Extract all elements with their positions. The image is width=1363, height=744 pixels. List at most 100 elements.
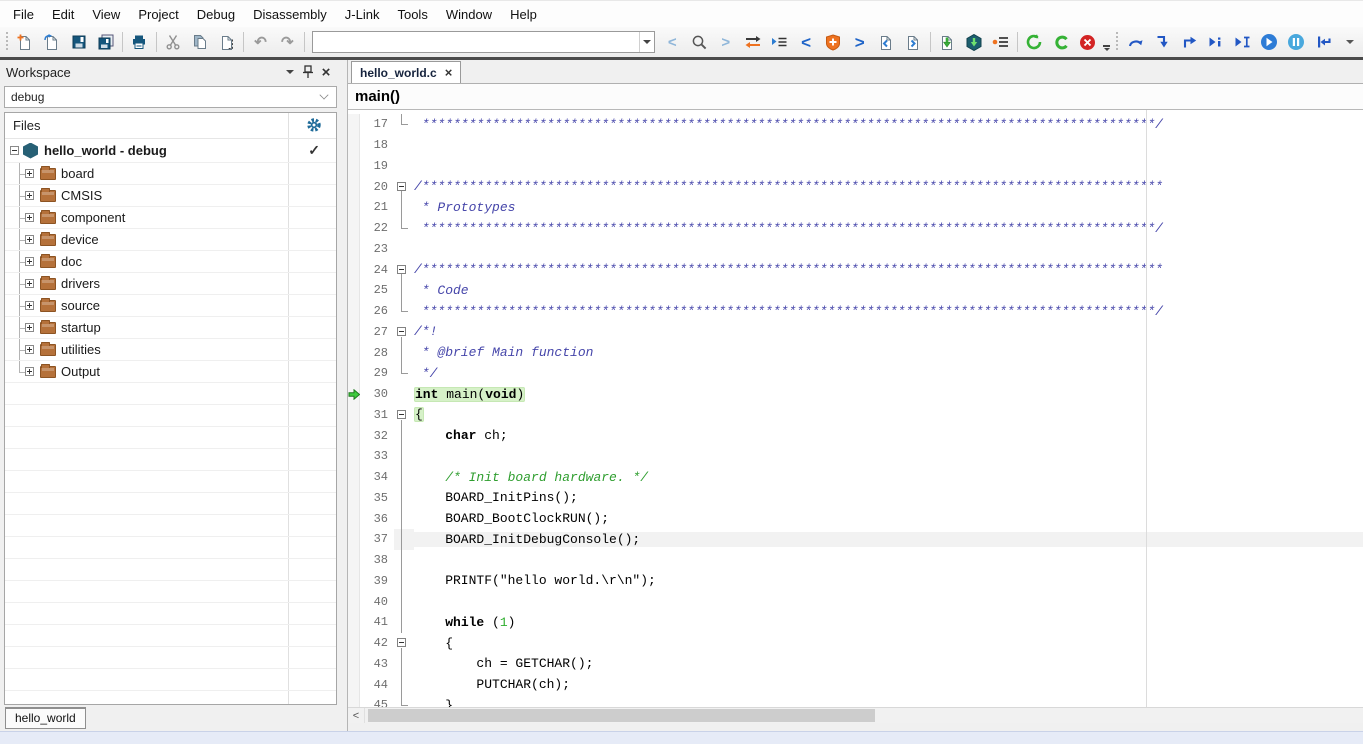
menu-project[interactable]: Project — [129, 4, 187, 25]
breakpoint-gutter[interactable] — [348, 529, 360, 550]
download-debug-icon[interactable] — [960, 30, 987, 54]
fold-margin[interactable] — [394, 591, 414, 612]
fold-margin[interactable] — [394, 259, 414, 280]
breakpoint-gutter[interactable] — [348, 550, 360, 571]
fold-margin[interactable] — [394, 612, 414, 633]
fold-margin[interactable] — [394, 550, 414, 571]
fold-margin[interactable] — [394, 674, 414, 695]
expand-icon[interactable] — [25, 345, 34, 354]
doc-back-icon[interactable] — [873, 30, 900, 54]
breakpoint-gutter[interactable] — [348, 322, 360, 343]
tree-item-doc[interactable]: doc — [5, 251, 336, 273]
step-out-icon[interactable] — [1176, 30, 1203, 54]
search-forward-icon[interactable]: > — [712, 30, 739, 54]
doc-forward-icon[interactable] — [900, 30, 927, 54]
code-text[interactable]: ch = GETCHAR(); — [414, 656, 1363, 671]
fold-margin[interactable] — [394, 301, 414, 322]
code-text[interactable]: PRINTF("hello world.\r\n"); — [414, 573, 1363, 588]
code-line-25[interactable]: 25 * Code — [348, 280, 1363, 301]
fold-margin[interactable] — [394, 135, 414, 156]
menu-file[interactable]: File — [4, 4, 43, 25]
code-line-37[interactable]: 37 BOARD_InitDebugConsole(); — [348, 529, 1363, 550]
pin-icon[interactable] — [299, 64, 317, 80]
code-line-22[interactable]: 22 *************************************… — [348, 218, 1363, 239]
cut-icon[interactable] — [160, 30, 187, 54]
code-text[interactable]: BOARD_InitPins(); — [414, 490, 1363, 505]
menu-window[interactable]: Window — [437, 4, 501, 25]
prev-bookmark-icon[interactable]: < — [793, 30, 820, 54]
tree-item-board[interactable]: board — [5, 163, 336, 185]
panel-menu-icon[interactable] — [281, 64, 299, 80]
tree-item-drivers[interactable]: drivers — [5, 273, 336, 295]
tree-item-utilities[interactable]: utilities — [5, 339, 336, 361]
chevron-down-icon[interactable] — [639, 32, 654, 52]
scrollbar-thumb[interactable] — [368, 709, 875, 722]
code-line-23[interactable]: 23 — [348, 239, 1363, 260]
menu-disassembly[interactable]: Disassembly — [244, 4, 336, 25]
breakpoint-gutter[interactable] — [348, 446, 360, 467]
tree-item-project-root[interactable]: hello_world - debug ✓ — [5, 139, 336, 163]
redo-icon[interactable]: ↷ — [274, 30, 301, 54]
gear-icon[interactable] — [306, 117, 322, 133]
fold-margin[interactable] — [394, 508, 414, 529]
code-line-34[interactable]: 34 /* Init board hardware. */ — [348, 467, 1363, 488]
expand-icon[interactable] — [25, 235, 34, 244]
code-line-33[interactable]: 33 — [348, 446, 1363, 467]
fold-margin[interactable] — [394, 218, 414, 239]
expand-icon[interactable] — [25, 191, 34, 200]
code-text[interactable]: * @brief Main function — [414, 345, 1363, 360]
stop-icon[interactable] — [1075, 30, 1102, 54]
code-line-18[interactable]: 18 — [348, 135, 1363, 156]
code-line-40[interactable]: 40 — [348, 591, 1363, 612]
dropdown-small-icon[interactable] — [1336, 30, 1363, 54]
code-text[interactable]: char ch; — [414, 428, 1363, 443]
code-text[interactable]: ****************************************… — [414, 117, 1363, 132]
fold-margin[interactable] — [394, 571, 414, 592]
breakpoint-gutter[interactable] — [348, 239, 360, 260]
search-combobox[interactable] — [312, 31, 655, 53]
horizontal-scrollbar[interactable]: < — [348, 707, 1363, 723]
download-icon[interactable] — [934, 30, 961, 54]
code-text[interactable]: * Code — [414, 283, 1363, 298]
collapse-icon[interactable] — [10, 146, 19, 155]
refresh-icon[interactable] — [1048, 30, 1075, 54]
fold-margin[interactable] — [394, 322, 414, 343]
code-text[interactable]: /***************************************… — [414, 262, 1363, 277]
breakpoint-gutter[interactable] — [348, 591, 360, 612]
fold-margin[interactable] — [394, 446, 414, 467]
scroll-left-button[interactable]: < — [348, 708, 365, 723]
code-line-38[interactable]: 38 — [348, 550, 1363, 571]
code-line-42[interactable]: 42 { — [348, 633, 1363, 654]
breakpoint-gutter[interactable] — [348, 384, 360, 405]
code-line-27[interactable]: 27/*! — [348, 322, 1363, 343]
close-icon[interactable]: × — [445, 65, 453, 80]
search-input[interactable] — [313, 33, 639, 51]
breakpoint-gutter[interactable] — [348, 342, 360, 363]
menu-tools[interactable]: Tools — [388, 4, 436, 25]
menu-debug[interactable]: Debug — [188, 4, 244, 25]
fold-margin[interactable] — [394, 467, 414, 488]
code-text[interactable]: { — [414, 636, 1363, 651]
fold-margin[interactable] — [394, 363, 414, 384]
breakpoint-gutter[interactable] — [348, 114, 360, 135]
search-back-icon[interactable]: < — [659, 30, 686, 54]
code-text[interactable]: * Prototypes — [414, 200, 1363, 215]
tree-item-component[interactable]: component — [5, 207, 336, 229]
next-statement-icon[interactable] — [1203, 30, 1230, 54]
breakpoint-gutter[interactable] — [348, 508, 360, 529]
go-icon[interactable] — [1256, 30, 1283, 54]
code-line-45[interactable]: 45 } — [348, 695, 1363, 707]
menu-edit[interactable]: Edit — [43, 4, 83, 25]
code-text[interactable]: /***************************************… — [414, 179, 1363, 194]
breakpoint-gutter[interactable] — [348, 695, 360, 707]
toggle-bookmark-icon[interactable] — [820, 30, 847, 54]
toolbar-overflow-icon[interactable] — [1101, 30, 1112, 54]
workspace-tab[interactable]: hello_world — [5, 707, 86, 729]
code-text[interactable]: } — [414, 698, 1363, 707]
breakpoint-gutter[interactable] — [348, 301, 360, 322]
code-line-32[interactable]: 32 char ch; — [348, 425, 1363, 446]
editor-tab[interactable]: hello_world.c × — [351, 61, 461, 83]
code-text[interactable]: BOARD_BootClockRUN(); — [414, 511, 1363, 526]
copy-icon[interactable] — [187, 30, 214, 54]
breakpoint-gutter[interactable] — [348, 488, 360, 509]
